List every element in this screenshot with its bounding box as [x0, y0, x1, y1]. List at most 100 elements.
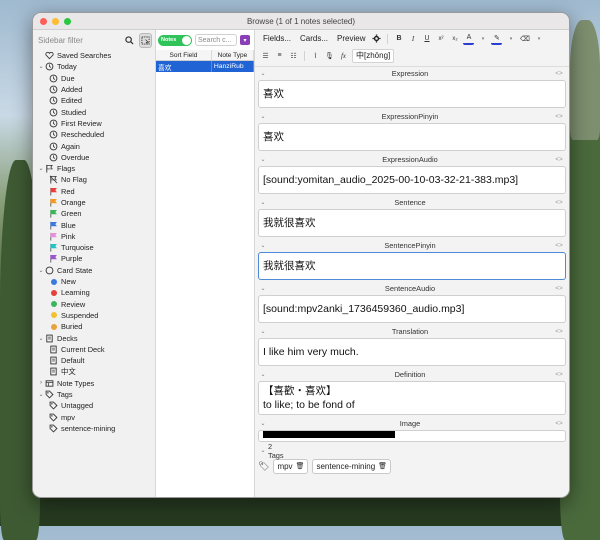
superscript-icon[interactable]: x²: [435, 33, 446, 44]
chevron-down-icon[interactable]: ▾: [477, 33, 488, 44]
sidebar-item-edited[interactable]: Edited: [33, 95, 155, 106]
sidebar-item-sentence-mining[interactable]: sentence-mining: [33, 423, 155, 434]
sidebar-item-first-review[interactable]: First Review: [33, 118, 155, 129]
sidebar-item-turquoise[interactable]: Turquoise: [33, 242, 155, 253]
sidebar-item-green[interactable]: Green: [33, 208, 155, 219]
italic-icon[interactable]: I: [407, 33, 418, 44]
field-input[interactable]: [sound:mpv2anki_1736459360_audio.mp3]: [258, 295, 566, 323]
chevron-right-icon[interactable]: ›: [37, 380, 45, 386]
gear-icon[interactable]: [371, 33, 382, 44]
sidebar-item-again[interactable]: Again: [33, 140, 155, 151]
text-color-icon[interactable]: A: [463, 32, 475, 45]
field-input[interactable]: I like him very much.: [258, 338, 566, 366]
field-input[interactable]: [sound:yomitan_audio_2025-00-10-03-32-21…: [258, 166, 566, 194]
sidebar-item-due[interactable]: Due: [33, 73, 155, 84]
chevron-down-icon[interactable]: ⌄: [37, 335, 45, 342]
chevron-down-icon[interactable]: ▾: [533, 33, 544, 44]
chevron-down-icon[interactable]: ⌄: [258, 113, 268, 120]
sidebar-item-new[interactable]: New: [33, 276, 155, 287]
sidebar-item-mpv[interactable]: mpv: [33, 412, 155, 423]
code-toggle-icon[interactable]: <>: [552, 285, 566, 292]
table-row[interactable]: 喜欢 HanziRub: [156, 61, 254, 72]
field-input[interactable]: 【喜歡・喜欢】 to like; to be fond of: [258, 381, 566, 415]
sidebar-item-default[interactable]: Default: [33, 355, 155, 366]
bold-icon[interactable]: B: [393, 33, 404, 44]
sidebar-item-overdue[interactable]: Overdue: [33, 152, 155, 163]
code-toggle-icon[interactable]: <>: [552, 156, 566, 163]
underline-icon[interactable]: U: [421, 33, 432, 44]
highlight-icon[interactable]: ✎: [491, 32, 503, 45]
chevron-down-icon[interactable]: ⌄: [37, 63, 45, 70]
attachment-icon[interactable]: ⌇: [310, 50, 321, 61]
sidebar-item-current-deck[interactable]: Current Deck: [33, 344, 155, 355]
sidebar-item-no-flag[interactable]: No Flag: [33, 174, 155, 185]
select-tool-icon[interactable]: [139, 32, 152, 48]
microphone-icon[interactable]: 🎙: [324, 50, 335, 61]
sidebar-item-learning[interactable]: Learning: [33, 287, 155, 298]
search-options-icon[interactable]: ▾: [240, 35, 250, 45]
sidebar-item-decks[interactable]: ⌄ Decks: [33, 332, 155, 343]
indent-list-icon[interactable]: ☷: [288, 50, 299, 61]
eraser-icon[interactable]: ⌫: [519, 33, 530, 44]
zoom-window-button[interactable]: [64, 17, 71, 25]
close-window-button[interactable]: [40, 17, 47, 25]
chevron-down-icon[interactable]: ⌄: [258, 328, 268, 335]
chevron-down-icon[interactable]: ⌄: [258, 199, 268, 206]
field-input[interactable]: 我就很喜欢: [258, 209, 566, 237]
notes-cards-toggle[interactable]: Notes: [158, 34, 192, 46]
sidebar-filter-input[interactable]: [36, 34, 120, 46]
code-toggle-icon[interactable]: <>: [552, 420, 566, 427]
column-header-note-type[interactable]: Note Type: [212, 50, 254, 60]
preview-button[interactable]: Preview: [334, 33, 368, 45]
tag-chip[interactable]: mpv 🗑: [273, 458, 309, 474]
sidebar-item-today[interactable]: ⌄ Today: [33, 61, 155, 72]
code-toggle-icon[interactable]: <>: [552, 328, 566, 335]
delete-tag-icon[interactable]: 🗑: [296, 462, 305, 470]
chevron-down-icon[interactable]: ⌄: [258, 156, 268, 163]
numbered-list-icon[interactable]: ≡: [274, 50, 285, 61]
field-input[interactable]: 我就很喜欢: [258, 252, 566, 280]
chevron-down-icon[interactable]: ⌄: [258, 70, 268, 77]
chevron-down-icon[interactable]: ⌄: [258, 420, 268, 427]
field-input[interactable]: 喜欢: [258, 123, 566, 151]
sidebar-item-orange[interactable]: Orange: [33, 197, 155, 208]
sidebar-item-saved-searches[interactable]: Saved Searches: [33, 50, 155, 61]
cards-button[interactable]: Cards...: [297, 33, 331, 45]
chevron-down-icon[interactable]: ⌄: [37, 267, 45, 274]
subscript-icon[interactable]: x₂: [449, 33, 460, 44]
sidebar-item-red[interactable]: Red: [33, 186, 155, 197]
chevron-down-icon[interactable]: ⌄: [258, 285, 268, 292]
code-toggle-icon[interactable]: <>: [552, 199, 566, 206]
code-toggle-icon[interactable]: <>: [552, 242, 566, 249]
formula-icon[interactable]: fx: [338, 50, 349, 61]
chevron-down-icon[interactable]: ▾: [505, 33, 516, 44]
sidebar-item-note-types[interactable]: › Note Types: [33, 378, 155, 389]
chevron-down-icon[interactable]: ⌄: [37, 165, 45, 172]
chevron-down-icon[interactable]: ⌄: [258, 371, 268, 378]
sidebar-item-card-state[interactable]: ⌄ Card State: [33, 265, 155, 276]
sidebar-item-review[interactable]: Review: [33, 299, 155, 310]
sidebar-item-untagged[interactable]: Untagged: [33, 400, 155, 411]
sidebar-item-rescheduled[interactable]: Rescheduled: [33, 129, 155, 140]
sidebar-item-blue[interactable]: Blue: [33, 219, 155, 230]
sidebar-item-tags[interactable]: ⌄ Tags: [33, 389, 155, 400]
delete-tag-icon[interactable]: 🗑: [378, 462, 387, 470]
sidebar-item-buried[interactable]: Buried: [33, 321, 155, 332]
tag-editor[interactable]: 🏷 mpv 🗑 sentence-mining 🗑: [255, 457, 569, 475]
search-icon[interactable]: [124, 34, 135, 47]
tag-chip[interactable]: sentence-mining 🗑: [312, 458, 392, 474]
image-field-preview[interactable]: [258, 430, 566, 442]
minimize-window-button[interactable]: [52, 17, 59, 25]
table-search-input[interactable]: Search c...: [195, 34, 237, 46]
sidebar-item-suspended[interactable]: Suspended: [33, 310, 155, 321]
code-toggle-icon[interactable]: <>: [552, 371, 566, 378]
ruby-button[interactable]: 中[zhōng]: [352, 48, 395, 63]
sidebar-item-flags[interactable]: ⌄ Flags: [33, 163, 155, 174]
sidebar-item-added[interactable]: Added: [33, 84, 155, 95]
field-input[interactable]: 喜欢: [258, 80, 566, 108]
chevron-down-icon[interactable]: ⌄: [37, 391, 45, 398]
chevron-down-icon[interactable]: ⌄: [258, 242, 268, 249]
code-toggle-icon[interactable]: <>: [552, 70, 566, 77]
sidebar-item-pink[interactable]: Pink: [33, 231, 155, 242]
sidebar-item-studied[interactable]: Studied: [33, 106, 155, 117]
